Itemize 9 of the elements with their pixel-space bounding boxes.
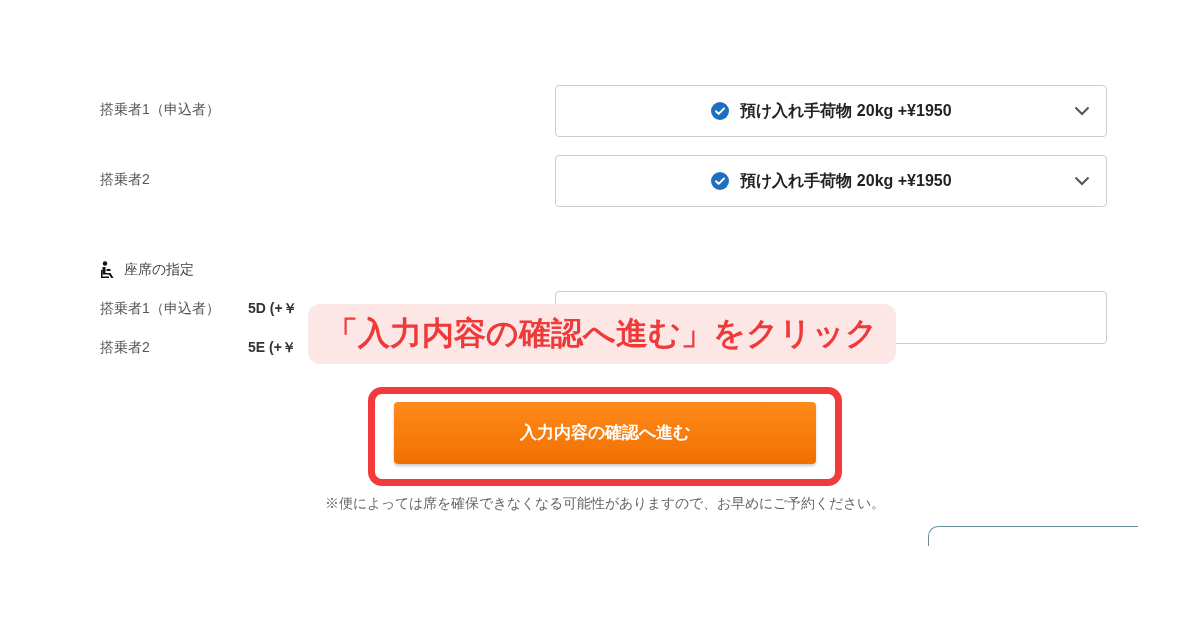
passenger-label: 搭乗者1（申込者） [100,299,221,318]
passenger-label: 搭乗者1（申込者） [100,100,220,119]
passenger-label: 搭乗者2 [100,170,150,189]
seat-value: 5D (+￥ [248,299,297,318]
seat-value: 5E (+￥ [248,338,296,357]
callout-tooltip: 「入力内容の確認へ進む」をクリック [308,304,896,364]
section-heading: 座席の指定 [124,260,194,279]
passenger-label: 搭乗者2 [100,338,151,357]
notice-text: ※便によっては席を確保できなくなる可能性がありますので、お早めにご予約ください。 [324,495,885,513]
